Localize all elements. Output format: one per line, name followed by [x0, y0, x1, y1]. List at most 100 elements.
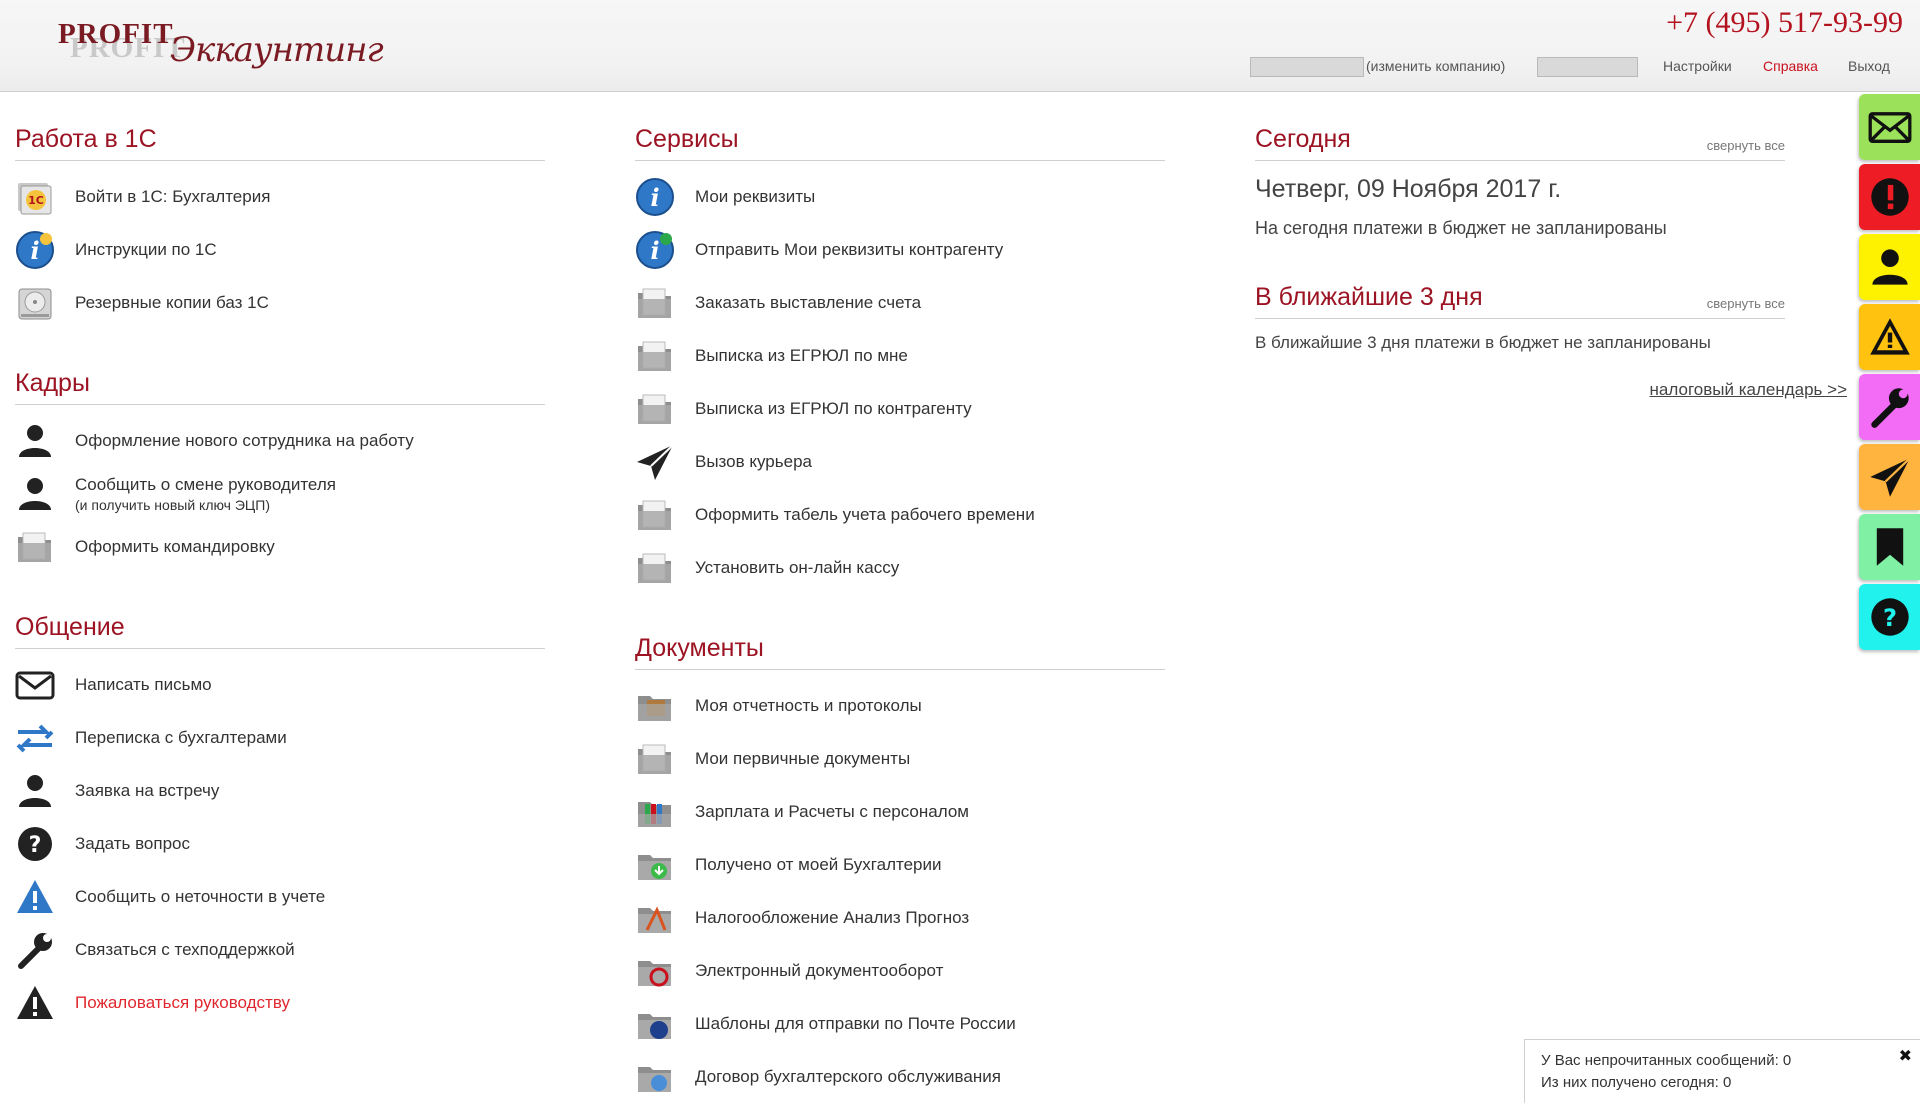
company-name-field[interactable]	[1250, 57, 1364, 77]
menu-item-ask-question[interactable]: ? Задать вопрос	[15, 817, 545, 870]
menu-item-received[interactable]: Получено от моей Бухгалтерии	[635, 838, 1165, 891]
header: PROFIT PROFIT Экк­аунтинг +7 (495) 517-9…	[0, 0, 1920, 92]
menu-item-taxation[interactable]: Налогообложение Анализ Прогноз	[635, 891, 1165, 944]
svg-text:i: i	[650, 236, 659, 265]
collapse-all-link[interactable]: свернуть все	[1707, 296, 1785, 311]
side-tab-courier[interactable]	[1859, 444, 1920, 510]
bookmark-icon	[1876, 528, 1903, 566]
menu-item-correspondence[interactable]: Переписка с бухгалтерами	[15, 711, 545, 764]
folder-download-icon	[635, 845, 675, 885]
person-icon	[15, 474, 55, 514]
info-icon: i	[635, 230, 675, 270]
user-name-field[interactable]	[1537, 57, 1638, 77]
menu-item-salary[interactable]: Зарплата и Расчеты с персоналом	[635, 785, 1165, 838]
menu-item-new-employee[interactable]: Оформление нового сотрудника на работу	[15, 414, 545, 467]
menu-item-enter-1c[interactable]: 1С Войти в 1С: Бухгалтерия	[15, 170, 545, 223]
menu-item-send-requisites[interactable]: i Отправить Мои реквизиты контрагенту	[635, 223, 1165, 276]
today-date: Четверг, 09 Ноября 2017 г.	[1255, 175, 1562, 203]
menu-item-meeting-request[interactable]: Заявка на встречу	[15, 764, 545, 817]
menu-item-report-inaccuracy[interactable]: Сообщить о неточности в учете	[15, 870, 545, 923]
folder-icon	[15, 527, 55, 567]
right-column: Сегодня свернуть все Четверг, 09 Ноября …	[1255, 125, 1847, 399]
menu-item-label: Моя отчетность и протоколы	[695, 695, 922, 715]
folder-icon	[635, 495, 675, 535]
folder-icon	[635, 548, 675, 588]
received-today-text: Из них получено сегодня: 0	[1541, 1074, 1732, 1091]
menu-item-write-letter[interactable]: Написать письмо	[15, 658, 545, 711]
side-tab-help[interactable]: ?	[1859, 584, 1920, 650]
side-tab-support[interactable]	[1859, 374, 1920, 440]
menu-item-label: Резервные копии баз 1С	[75, 292, 269, 312]
paper-plane-icon	[635, 442, 675, 482]
menu-item-timesheet[interactable]: Оформить табель учета рабочего времени	[635, 488, 1165, 541]
menu-item-label: Оформить командировку	[75, 536, 275, 556]
svg-text:i: i	[30, 236, 39, 265]
menu-item-online-cashbox[interactable]: Установить он-лайн кассу	[635, 541, 1165, 594]
folder-box-icon	[635, 686, 675, 726]
folder-icon	[635, 389, 675, 429]
menu-item-label: Связаться с техподдержкой	[75, 939, 295, 959]
menu-item-edo[interactable]: Электронный документооборот	[635, 944, 1165, 997]
person-icon	[1871, 249, 1908, 285]
warning-icon	[15, 877, 55, 917]
side-tab-messages[interactable]	[1859, 94, 1920, 160]
menu-item-label: Сообщить о смене руководителя (и получит…	[75, 475, 336, 513]
menu-item-primary-docs[interactable]: Мои первичные документы	[635, 732, 1165, 785]
next-3-days-title: В ближайшие 3 дня	[1255, 283, 1483, 311]
menu-item-business-trip[interactable]: Оформить командировку	[15, 520, 545, 573]
question-icon: ?	[15, 824, 55, 864]
folder-globe-icon	[635, 1057, 675, 1097]
side-tab-alerts[interactable]	[1859, 164, 1920, 230]
logo-script: Экк­аунтинг	[170, 30, 384, 70]
menu-item-egrul-counterparty[interactable]: Выписка из ЕГРЮЛ по контрагенту	[635, 382, 1165, 435]
folder-icon	[635, 336, 675, 376]
menu-item-label: Налогообложение Анализ Прогноз	[695, 907, 970, 927]
side-tab-warnings[interactable]	[1859, 304, 1920, 370]
svg-text:?: ?	[29, 833, 42, 858]
menu-item-courier[interactable]: Вызов курьера	[635, 435, 1165, 488]
question-icon: ?	[1870, 598, 1909, 636]
menu-item-label: Переписка с бухгалтерами	[75, 727, 287, 747]
menu-item-label: Получено от моей Бухгалтерии	[695, 854, 942, 874]
menu-item-label: Оформить табель учета рабочего времени	[695, 504, 1035, 524]
info-icon: i	[635, 177, 675, 217]
today-message: На сегодня платежи в бюджет не запланиро…	[1255, 218, 1667, 238]
menu-item-label: Задать вопрос	[75, 833, 190, 853]
menu-item-label: Пожаловаться руководству	[75, 992, 290, 1012]
warning-icon	[1869, 318, 1910, 355]
collapse-all-link[interactable]: свернуть все	[1707, 138, 1785, 153]
envelope-icon	[1868, 112, 1911, 143]
menu-item-contract[interactable]: Договор бухгалтерского обслуживания	[635, 1050, 1165, 1103]
logout-link[interactable]: Выход	[1848, 58, 1890, 74]
change-company-link[interactable]: (изменить компанию)	[1366, 58, 1505, 74]
middle-column: Сервисы i Мои реквизиты i Отправить Мои …	[635, 125, 1165, 1103]
warning-icon	[15, 983, 55, 1023]
unread-count-text: У Вас непрочитанных сообщений: 0	[1541, 1052, 1792, 1069]
svg-text:?: ?	[1882, 604, 1896, 632]
side-tab-bookmarks[interactable]	[1859, 514, 1920, 580]
menu-item-complain[interactable]: Пожаловаться руководству	[15, 976, 545, 1029]
section-title-services: Сервисы	[635, 125, 1165, 161]
menu-item-label: Заявка на встречу	[75, 780, 220, 800]
settings-link[interactable]: Настройки	[1663, 58, 1732, 74]
menu-item-1c-instructions[interactable]: i Инструкции по 1С	[15, 223, 545, 276]
svg-text:1С: 1С	[28, 194, 44, 207]
1c-icon: 1С	[15, 177, 55, 217]
menu-item-order-invoice[interactable]: Заказать выставление счета	[635, 276, 1165, 329]
menu-item-reports[interactable]: Моя отчетность и протоколы	[635, 679, 1165, 732]
folder-chart-icon	[635, 898, 675, 938]
logo[interactable]: PROFIT PROFIT Экк­аунтинг	[58, 12, 398, 82]
tax-calendar-link[interactable]: налоговый календарь >>	[1650, 380, 1847, 400]
menu-item-change-director[interactable]: Сообщить о смене руководителя (и получит…	[15, 467, 545, 520]
menu-item-post-templates[interactable]: Шаблоны для отправки по Почте России	[635, 997, 1165, 1050]
menu-item-label: Выписка из ЕГРЮЛ по мне	[695, 345, 908, 365]
menu-item-egrul-me[interactable]: Выписка из ЕГРЮЛ по мне	[635, 329, 1165, 382]
side-tab-profile[interactable]	[1859, 234, 1920, 300]
menu-item-tech-support[interactable]: Связаться с техподдержкой	[15, 923, 545, 976]
wrench-icon	[1870, 388, 1909, 428]
help-link[interactable]: Справка	[1763, 58, 1818, 74]
menu-item-backups[interactable]: Резервные копии баз 1С	[15, 276, 545, 329]
hard-drive-icon	[15, 283, 55, 323]
close-icon[interactable]: ✖	[1899, 1046, 1912, 1068]
menu-item-my-requisites[interactable]: i Мои реквизиты	[635, 170, 1165, 223]
